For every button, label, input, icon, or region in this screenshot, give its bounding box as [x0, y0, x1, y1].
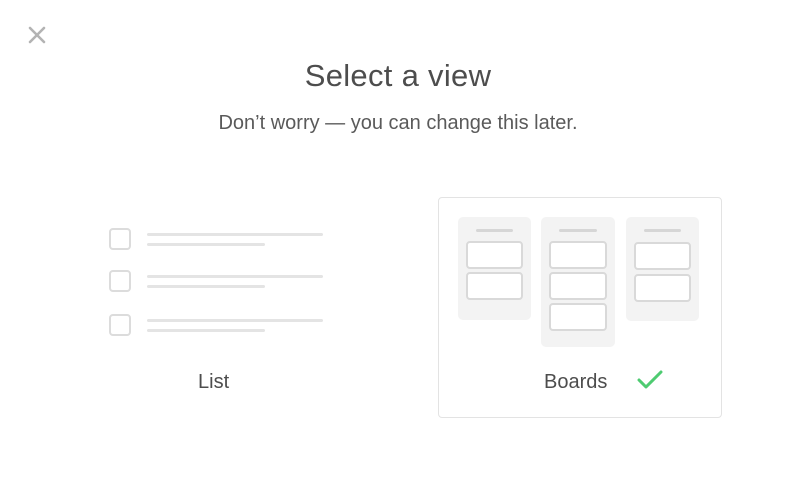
board-column: [541, 217, 615, 347]
select-view-dialog: Select a view Don’t worry — you can chan…: [0, 0, 796, 496]
placeholder-checkbox: [109, 314, 131, 336]
list-view-option[interactable]: List: [76, 197, 358, 417]
boards-view-label: Boards: [544, 371, 608, 393]
card-placeholder: [549, 303, 607, 331]
dialog-subtitle: Don’t worry — you can change this later.: [218, 112, 578, 134]
close-button[interactable]: [26, 24, 48, 46]
placeholder-line: [147, 329, 265, 332]
placeholder-line: [147, 243, 265, 246]
column-header-placeholder: [559, 229, 597, 232]
board-column: [626, 217, 699, 321]
card-placeholder: [466, 272, 523, 300]
card-placeholder: [634, 242, 691, 270]
placeholder-checkbox: [109, 228, 131, 250]
close-icon: [28, 26, 46, 44]
placeholder-checkbox: [109, 270, 131, 292]
boards-view-option[interactable]: Boards: [438, 197, 722, 418]
column-header-placeholder: [476, 229, 513, 232]
card-placeholder: [466, 241, 523, 269]
placeholder-line: [147, 233, 323, 236]
card-placeholder: [634, 274, 691, 302]
placeholder-line: [147, 285, 265, 288]
checkmark-icon: [637, 370, 663, 389]
card-placeholder: [549, 241, 607, 269]
board-column: [458, 217, 531, 320]
dialog-title: Select a view: [304, 58, 492, 93]
list-view-label: List: [198, 371, 230, 393]
column-header-placeholder: [644, 229, 681, 232]
placeholder-line: [147, 275, 323, 278]
card-placeholder: [549, 272, 607, 300]
placeholder-line: [147, 319, 323, 322]
